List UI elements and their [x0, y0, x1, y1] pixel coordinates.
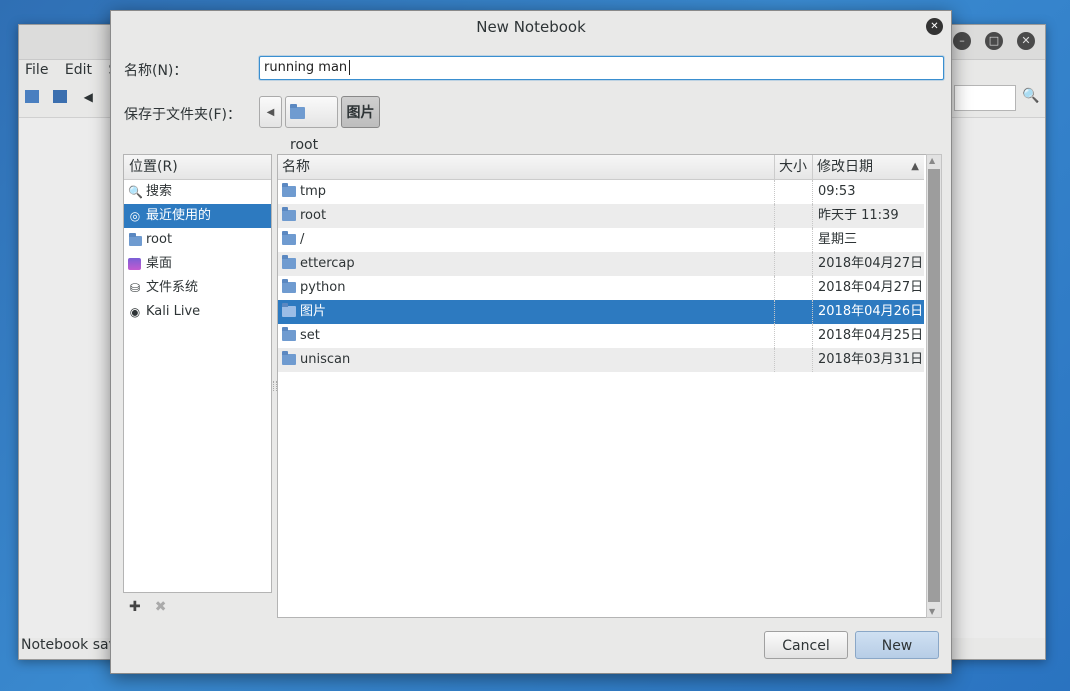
path-back-button[interactable]: ◀: [259, 96, 282, 128]
home-folder-icon: [282, 207, 296, 221]
notebook-name-input[interactable]: running man: [259, 56, 944, 80]
scroll-down-icon[interactable]: ▼: [929, 607, 935, 616]
file-row[interactable]: uniscan 2018年03月31日: [278, 348, 924, 372]
cancel-button[interactable]: Cancel: [764, 631, 848, 659]
file-row[interactable]: python 2018年04月27日: [278, 276, 924, 300]
name-input-value: running man: [264, 60, 348, 75]
file-row[interactable]: / 星期三: [278, 228, 924, 252]
file-row[interactable]: root 昨天于 11:39: [278, 204, 924, 228]
home-folder-icon: [128, 232, 142, 247]
background-toolbar: ◀: [25, 89, 105, 111]
place-recent[interactable]: ◎ 最近使用的: [124, 204, 271, 228]
places-header: 位置(R): [124, 155, 271, 180]
text-cursor: [349, 60, 351, 75]
place-kali-live[interactable]: ◉ Kali Live: [124, 300, 271, 324]
column-modified[interactable]: 修改日期 ▲: [812, 155, 925, 179]
background-search-input[interactable]: [954, 85, 1016, 111]
dialog-close-icon[interactable]: ✕: [926, 18, 943, 35]
dialog-title: New Notebook: [476, 18, 586, 36]
minimize-icon[interactable]: –: [953, 32, 971, 50]
home-folder-icon: [290, 104, 305, 119]
recent-icon: ◎: [129, 209, 141, 223]
place-root[interactable]: root: [124, 228, 271, 252]
path-button-root[interactable]: root: [285, 96, 338, 153]
file-row[interactable]: ettercap 2018年04月27日: [278, 252, 924, 276]
new-notebook-icon[interactable]: [25, 90, 39, 103]
file-list-scrollbar[interactable]: ▲ ▼: [926, 154, 942, 618]
new-notebook-dialog: New Notebook ✕ 名称(N)： running man 保存于文件夹…: [110, 10, 952, 674]
search-icon[interactable]: 🔍: [1022, 88, 1039, 104]
places-sidebar: 位置(R) 🔍 搜索 ◎ 最近使用的 root 桌面 ⛁ 文件系统 ◉ Kali Liv…: [123, 154, 272, 593]
close-icon[interactable]: ✕: [1017, 32, 1035, 50]
menu-file[interactable]: File: [25, 62, 48, 78]
filesystem-icon: ⛁: [129, 281, 141, 295]
file-row[interactable]: set 2018年04月25日: [278, 324, 924, 348]
places-actions: ✚ ✖: [129, 599, 180, 615]
folder-icon: [282, 327, 296, 341]
name-label: 名称(N)：: [124, 63, 188, 79]
place-desktop[interactable]: 桌面: [124, 252, 271, 276]
file-list-header: 名称 大小 修改日期 ▲: [278, 155, 924, 180]
place-filesystem[interactable]: ⛁ 文件系统: [124, 276, 271, 300]
sort-ascending-icon: ▲: [911, 161, 919, 172]
back-arrow-icon[interactable]: ◀: [81, 90, 95, 104]
scroll-up-icon[interactable]: ▲: [929, 156, 935, 165]
file-row-selected[interactable]: 图片 2018年04月26日: [278, 300, 924, 324]
folder-label: 保存于文件夹(F)：: [124, 107, 241, 123]
folder-icon: [282, 255, 296, 269]
desktop-icon: [128, 258, 141, 270]
place-search[interactable]: 🔍 搜索: [124, 180, 271, 204]
folder-icon: [282, 231, 296, 245]
search-icon: 🔍: [128, 185, 143, 199]
column-size[interactable]: 大小: [774, 155, 813, 179]
pictures-folder-icon: [282, 303, 296, 317]
path-root-label: root: [290, 137, 319, 153]
new-button[interactable]: New: [855, 631, 939, 659]
add-page-icon[interactable]: [53, 90, 68, 103]
path-pictures-label: 图片: [346, 105, 375, 121]
disc-icon: ◉: [129, 305, 141, 319]
path-button-pictures[interactable]: 图片: [341, 96, 380, 128]
folder-icon: [282, 351, 296, 365]
maximize-icon[interactable]: □: [985, 32, 1003, 50]
file-rows: tmp 09:53 root 昨天于 11:39 /星期三 ettercap 2018…: [278, 180, 924, 372]
folder-icon: [282, 183, 296, 197]
remove-bookmark-icon[interactable]: ✖: [155, 599, 167, 615]
file-row[interactable]: tmp 09:53: [278, 180, 924, 204]
column-name[interactable]: 名称: [278, 155, 774, 179]
add-bookmark-icon[interactable]: ✚: [129, 599, 141, 615]
menu-edit[interactable]: Edit: [65, 62, 92, 78]
folder-icon: [282, 279, 296, 293]
scrollbar-thumb[interactable]: [928, 169, 940, 602]
file-list: 名称 大小 修改日期 ▲ tmp 09:53 root 昨天于 11:39 /星期三 …: [277, 154, 929, 618]
